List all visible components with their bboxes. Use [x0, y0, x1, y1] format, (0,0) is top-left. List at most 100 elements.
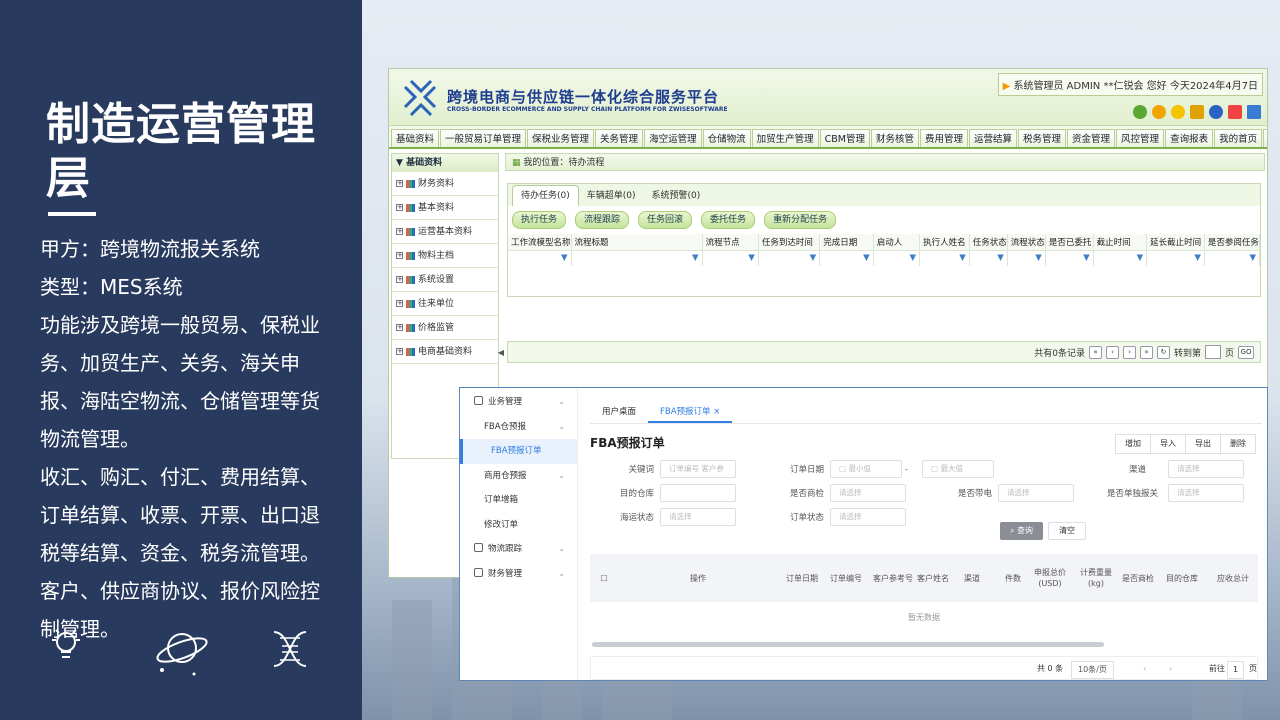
sidebar-item[interactable]: + 价格监管 — [392, 316, 498, 340]
electric-select[interactable]: 请选择 — [998, 484, 1074, 502]
channel-select[interactable]: 请选择 — [1168, 460, 1244, 478]
filter-icon[interactable]: ▼ — [959, 253, 966, 263]
shipping-select[interactable]: 请选择 — [660, 508, 736, 526]
expand-icon[interactable]: + — [396, 324, 403, 331]
next-page-icon[interactable]: › — [1122, 345, 1136, 359]
next-page-icon[interactable]: › — [1169, 661, 1172, 677]
search-button[interactable]: ⌕ 查询 — [1000, 522, 1044, 540]
expand-icon[interactable]: + — [396, 300, 403, 307]
tab-item[interactable]: 系统预警(0) — [644, 186, 709, 206]
delete-button[interactable]: 删除 — [1220, 434, 1256, 454]
nav-item[interactable]: 物流跟踪 ⌄ — [460, 537, 577, 562]
lock-icon[interactable] — [1190, 105, 1204, 119]
filter-icon[interactable]: ▼ — [1194, 253, 1201, 263]
page-input[interactable] — [1204, 345, 1221, 359]
menu-item[interactable]: 海空运管理 — [644, 129, 702, 147]
horizontal-scrollbar[interactable] — [592, 642, 1104, 647]
menu-item[interactable]: 风控管理 — [1116, 129, 1165, 147]
menu-item[interactable]: 费用管理 — [919, 129, 968, 147]
nav-item[interactable]: FBA预报订单 — [460, 439, 577, 464]
filter-icon[interactable]: ▼ — [692, 253, 699, 263]
sidebar-item[interactable]: + 往来单位 — [392, 292, 498, 316]
sidebar-item[interactable]: + 电商基础资料 — [392, 340, 498, 364]
nav-item[interactable]: 财务管理 ⌄ — [460, 562, 577, 587]
filter-icon[interactable]: ▼ — [863, 253, 870, 263]
select-all-checkbox[interactable]: ☐ — [594, 554, 614, 602]
expand-icon[interactable]: + — [396, 180, 403, 187]
expand-icon[interactable]: + — [396, 276, 403, 283]
menu-item[interactable]: 仓储物流 — [702, 129, 751, 147]
nav-item[interactable]: 商用仓预报 ⌄ — [460, 464, 577, 489]
filter-icon[interactable]: ▼ — [1035, 253, 1042, 263]
filter-icon[interactable]: ▼ — [1249, 253, 1256, 263]
menu-item[interactable]: 查询报表 — [1165, 129, 1214, 147]
prev-page-icon[interactable]: ‹ — [1105, 345, 1119, 359]
power-icon[interactable] — [1152, 105, 1166, 119]
tab-desktop[interactable]: 用户桌面 — [590, 400, 648, 423]
menu-item[interactable]: 财务核管 — [870, 129, 919, 147]
menu-item[interactable]: 基础资料 — [391, 129, 440, 147]
refresh-icon[interactable] — [1133, 105, 1147, 119]
expand-icon[interactable]: + — [396, 348, 403, 355]
expand-icon[interactable]: + — [396, 252, 403, 259]
collapse-arrow-icon[interactable]: ◀ — [498, 348, 504, 357]
tab-item[interactable]: 车辆超单(0) — [579, 186, 644, 206]
last-page-icon[interactable]: » — [1139, 345, 1153, 359]
filter-icon[interactable]: ▼ — [748, 253, 755, 263]
help-icon[interactable] — [1209, 105, 1223, 119]
filter-icon[interactable]: ▼ — [997, 253, 1004, 263]
sidebar-item[interactable]: + 运营基本资料 — [392, 220, 498, 244]
menu-item[interactable]: 我的首页 — [1214, 129, 1263, 147]
filter-icon[interactable]: ▼ — [910, 253, 917, 263]
go-button[interactable]: GO — [1238, 345, 1254, 359]
refresh-page-icon[interactable]: ↻ — [1156, 345, 1170, 359]
sidebar-item[interactable]: + 基本资料 — [392, 196, 498, 220]
action-button[interactable]: 执行任务 — [512, 211, 567, 229]
prev-page-icon[interactable]: ‹ — [1143, 661, 1146, 677]
page-size-select[interactable]: 10条/页 — [1071, 661, 1114, 679]
close-icon[interactable]: × — [713, 407, 720, 417]
filter-icon[interactable]: ▼ — [1083, 253, 1090, 263]
reset-button[interactable]: 清空 — [1048, 522, 1086, 540]
menu-item[interactable]: 资金管理 — [1067, 129, 1116, 147]
date-max-input[interactable]: ▢ 最大值 — [922, 460, 994, 478]
action-button[interactable]: 任务回滚 — [638, 211, 693, 229]
commercial-select[interactable]: 请选择 — [830, 484, 906, 502]
smile-icon[interactable] — [1171, 105, 1185, 119]
settings-icon[interactable] — [1228, 105, 1242, 119]
keyword-input[interactable]: 订单编号 客户参 — [660, 460, 736, 478]
sidebar-item[interactable]: + 物料主档 — [392, 244, 498, 268]
order-status-select[interactable]: 请选择 — [830, 508, 906, 526]
menu-item[interactable]: 关务管理 — [595, 129, 644, 147]
tab-item[interactable]: 待办任务(0) — [512, 185, 579, 206]
grid-icon[interactable] — [1247, 105, 1261, 119]
single-select[interactable]: 请选择 — [1168, 484, 1244, 502]
tab-fba-order[interactable]: FBA预报订单 × — [648, 400, 733, 423]
menu-item[interactable]: 保税业务管理 — [527, 129, 595, 147]
page-input[interactable]: 1 — [1227, 661, 1245, 679]
filter-icon[interactable]: ▼ — [810, 253, 817, 263]
menu-item[interactable]: 税务管理 — [1018, 129, 1067, 147]
nav-item[interactable]: 业务管理 ⌄ — [460, 390, 577, 415]
menu-item[interactable]: 加贸生产管理 — [751, 129, 819, 147]
sidebar-item[interactable]: + 系统设置 — [392, 268, 498, 292]
export-button[interactable]: 导出 — [1185, 434, 1221, 454]
action-button[interactable]: 流程跟踪 — [575, 211, 630, 229]
action-button[interactable]: 委托任务 — [701, 211, 756, 229]
expand-icon[interactable]: + — [396, 228, 403, 235]
first-page-icon[interactable]: « — [1088, 345, 1102, 359]
menu-item[interactable]: CBM管理 — [819, 129, 870, 147]
import-button[interactable]: 导入 — [1150, 434, 1186, 454]
nav-item[interactable]: 订单增箱 — [460, 488, 577, 513]
warehouse-input[interactable] — [660, 484, 736, 502]
sidebar-item[interactable]: + 财务资料 — [392, 172, 498, 196]
action-button[interactable]: 重新分配任务 — [764, 211, 837, 229]
menu-item[interactable]: 运营结算 — [969, 129, 1018, 147]
add-button[interactable]: 增加 — [1115, 434, 1151, 454]
expand-icon[interactable]: + — [396, 204, 403, 211]
filter-icon[interactable]: ▼ — [1137, 253, 1144, 263]
menu-item[interactable]: 一般贸易订单管理 — [440, 129, 527, 147]
filter-icon[interactable]: ▼ — [561, 253, 568, 263]
nav-item[interactable]: 修改订单 — [460, 513, 577, 538]
nav-item[interactable]: FBA仓预报 ⌄ — [460, 415, 577, 440]
